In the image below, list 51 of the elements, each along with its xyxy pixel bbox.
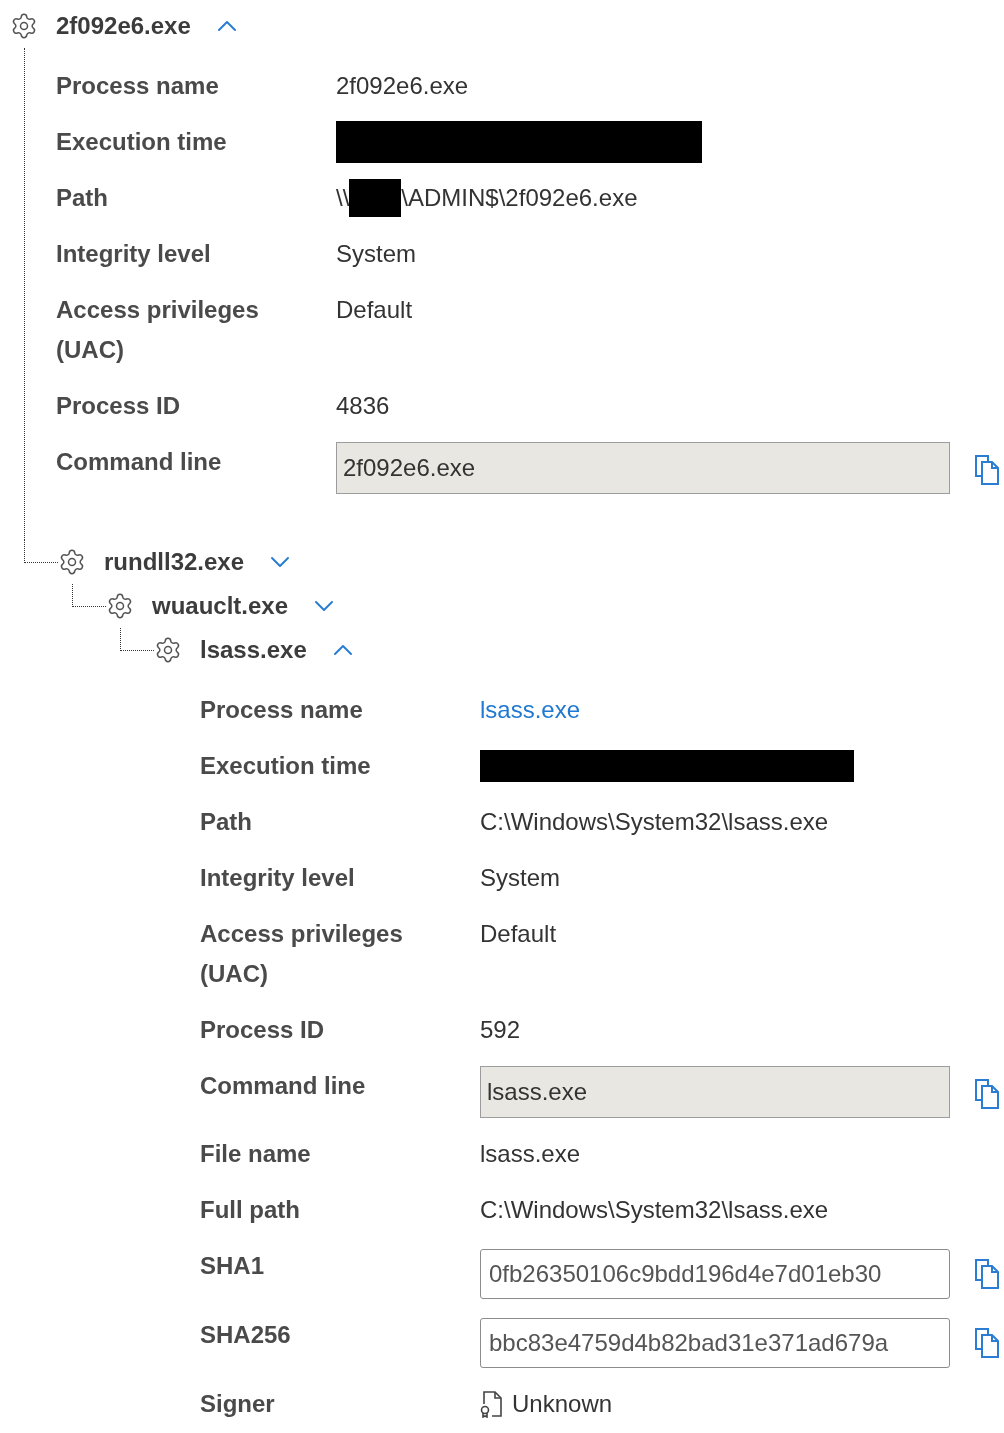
field-value: Default xyxy=(336,295,414,325)
hash-field[interactable]: 0fb26350106c9bdd196d4e7d01eb30 xyxy=(480,1249,950,1299)
process-name: rundll32.exe xyxy=(104,547,245,577)
field-label: Process name xyxy=(56,71,220,101)
field-label: Command line xyxy=(56,447,223,477)
copy-icon xyxy=(974,1327,1002,1359)
field-value: 2f092e6.exe xyxy=(336,71,470,101)
field-label: Access privileges (UAC) xyxy=(56,295,260,365)
field-label: Path xyxy=(56,183,109,213)
copy-icon xyxy=(974,1078,1002,1110)
field-label: Path xyxy=(200,807,253,837)
field-label: Execution time xyxy=(56,127,228,157)
signer-value: Unknown xyxy=(512,1389,613,1419)
path-suffix: \ADMIN$\2f092e6.exe xyxy=(401,183,638,213)
field-label: Signer xyxy=(200,1389,276,1419)
path-prefix: \\ xyxy=(336,183,350,213)
gear-icon xyxy=(154,636,182,664)
field-value: System xyxy=(480,863,561,893)
gear-icon xyxy=(58,548,86,576)
field-value: C:\Windows\System32\lsass.exe xyxy=(480,807,830,837)
hash-field[interactable]: bbc83e4759d4b82bad31e371ad679a xyxy=(480,1318,950,1368)
field-value: 4836 xyxy=(336,391,391,421)
field-label: Process name xyxy=(200,695,364,725)
field-label: Process ID xyxy=(200,1015,326,1045)
process-name: lsass.exe xyxy=(200,635,307,665)
field-label: File name xyxy=(200,1139,312,1169)
field-value: C:\Windows\System32\lsass.exe xyxy=(480,1195,830,1225)
field-value: lsass.exe xyxy=(480,1139,582,1169)
command-line-field[interactable]: lsass.exe xyxy=(480,1066,950,1118)
field-value: Default xyxy=(480,919,558,949)
copy-icon xyxy=(974,454,1002,486)
field-label: Command line xyxy=(200,1071,367,1101)
field-label: Process ID xyxy=(56,391,182,421)
field-label: Full path xyxy=(200,1195,301,1225)
field-label: Integrity level xyxy=(200,863,356,893)
process-name: wuauclt.exe xyxy=(152,591,289,621)
copy-icon xyxy=(974,1258,1002,1290)
gear-icon xyxy=(106,592,134,620)
field-value: System xyxy=(336,239,417,269)
field-label: SHA256 xyxy=(200,1320,292,1350)
gear-icon xyxy=(10,12,38,40)
certificate-icon xyxy=(480,1390,504,1418)
process-name: 2f092e6.exe xyxy=(56,11,191,41)
field-label: Integrity level xyxy=(56,239,212,269)
command-line-field[interactable]: 2f092e6.exe xyxy=(336,442,950,494)
process-link[interactable]: lsass.exe xyxy=(480,690,581,730)
field-label: Execution time xyxy=(200,751,372,781)
field-value: 592 xyxy=(480,1015,522,1045)
field-label: SHA1 xyxy=(200,1251,266,1281)
field-label: Access privileges (UAC) xyxy=(200,919,404,989)
redaction-bar xyxy=(349,179,402,217)
